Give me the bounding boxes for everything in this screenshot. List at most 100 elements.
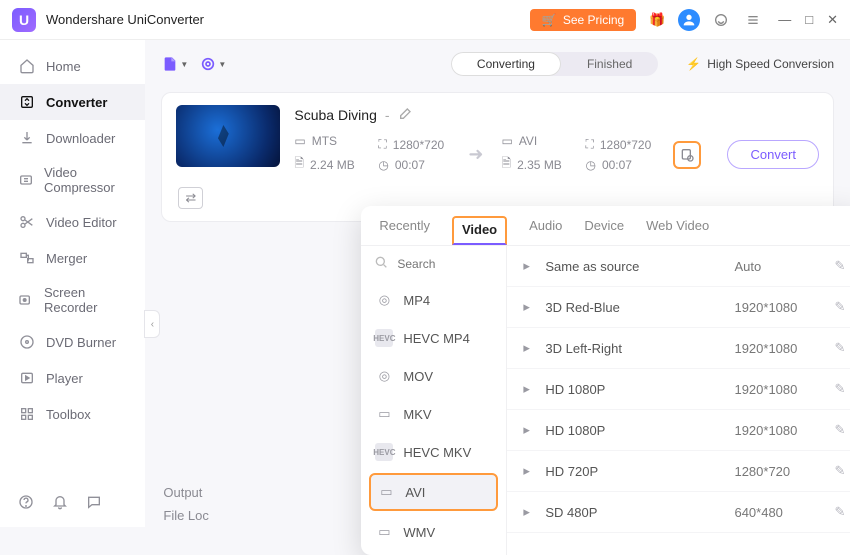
merger-icon: [18, 249, 36, 267]
chevron-down-icon: ▼: [180, 60, 188, 69]
scissors-icon: [18, 213, 36, 231]
format-hevc-mkv[interactable]: HEVCHEVC MKV: [361, 433, 506, 471]
sidebar-item-recorder[interactable]: Screen Recorder: [0, 276, 145, 324]
main-area: ‹ ▼ ▼ Converting Finished ⚡ High Speed C…: [145, 40, 850, 527]
tab-finished[interactable]: Finished: [561, 52, 658, 76]
preset-row[interactable]: ▸HD 1080P1920*1080✎: [507, 369, 850, 410]
popup-tab-web[interactable]: Web Video: [646, 218, 709, 245]
feedback-icon[interactable]: [86, 494, 102, 513]
popup-tab-video[interactable]: Video: [452, 216, 507, 245]
edit-preset-icon[interactable]: ✎: [834, 422, 845, 438]
dst-resolution: 1280*720: [600, 138, 651, 152]
convert-button[interactable]: Convert: [727, 140, 819, 169]
sidebar-label: Toolbox: [46, 407, 91, 422]
app-logo: U: [12, 8, 36, 32]
user-avatar[interactable]: [678, 9, 700, 31]
edit-title-icon[interactable]: [398, 105, 414, 124]
sidebar-item-dvd[interactable]: DVD Burner: [0, 324, 145, 360]
menu-icon[interactable]: [742, 9, 764, 31]
preset-label: HD 1080P: [545, 423, 734, 438]
format-label: MOV: [403, 369, 433, 384]
person-icon: [681, 12, 697, 28]
support-icon[interactable]: [710, 9, 732, 31]
search-icon: [373, 254, 389, 273]
edit-preset-icon[interactable]: ✎: [834, 258, 845, 274]
film-icon: ▭: [377, 483, 395, 501]
target-icon: [200, 56, 216, 72]
window-minimize-button[interactable]: —: [778, 12, 791, 28]
clock-icon: ◷: [378, 158, 388, 172]
collapse-sidebar-button[interactable]: ‹: [144, 310, 160, 338]
preset-row[interactable]: ▸3D Left-Right1920*1080✎: [507, 328, 850, 369]
tab-converting[interactable]: Converting: [451, 52, 561, 76]
preset-row[interactable]: ▸Same as sourceAuto✎: [507, 246, 850, 287]
add-file-button[interactable]: ▼: [161, 50, 189, 78]
format-hevc-mp4[interactable]: HEVCHEVC MP4: [361, 319, 506, 357]
film-icon: ▭: [294, 134, 305, 148]
edit-preset-icon[interactable]: ✎: [834, 381, 845, 397]
src-duration: 00:07: [395, 158, 425, 172]
merge-icon[interactable]: ⇄: [178, 187, 203, 209]
high-speed-toggle[interactable]: ⚡ High Speed Conversion: [686, 57, 834, 71]
help-icon[interactable]: [18, 494, 34, 513]
target-icon: ◎: [375, 291, 393, 309]
edit-preset-icon[interactable]: ✎: [834, 504, 845, 520]
sidebar-item-home[interactable]: Home: [0, 48, 145, 84]
preset-row[interactable]: ▸HD 1080P1920*1080✎: [507, 410, 850, 451]
preset-row[interactable]: ▸HD 720P1280*720✎: [507, 451, 850, 492]
sidebar-item-player[interactable]: Player: [0, 360, 145, 396]
preset-row[interactable]: ▸3D Red-Blue1920*1080✎: [507, 287, 850, 328]
sidebar-label: Downloader: [46, 131, 115, 146]
sidebar-item-merger[interactable]: Merger: [0, 240, 145, 276]
sidebar-label: Home: [46, 59, 81, 74]
gift-icon[interactable]: 🎁: [646, 9, 668, 31]
format-avi[interactable]: ▭ AVI: [369, 473, 498, 511]
sidebar-item-editor[interactable]: Video Editor: [0, 204, 145, 240]
app-title: Wondershare UniConverter: [46, 12, 204, 27]
format-mp4[interactable]: ◎ MP4: [361, 281, 506, 319]
gear-icon: [679, 147, 695, 163]
format-label: AVI: [405, 485, 425, 500]
play-box-icon: ▸: [523, 422, 545, 438]
arrow-right-icon: ➜: [462, 144, 489, 165]
edit-preset-icon[interactable]: ✎: [834, 340, 845, 356]
video-thumbnail[interactable]: [176, 105, 280, 167]
output-settings-button[interactable]: [673, 141, 701, 169]
popup-tab-device[interactable]: Device: [584, 218, 624, 245]
edit-preset-icon[interactable]: ✎: [834, 299, 845, 315]
format-mov[interactable]: ◎ MOV: [361, 357, 506, 395]
target-icon: ◎: [375, 367, 393, 385]
sidebar-item-converter[interactable]: Converter: [0, 84, 145, 120]
preset-res: 1920*1080: [734, 382, 834, 397]
play-box-icon: ▸: [523, 381, 545, 397]
edit-preset-icon[interactable]: ✎: [834, 463, 845, 479]
preset-res: 1920*1080: [734, 341, 834, 356]
home-icon: [18, 57, 36, 75]
format-mkv[interactable]: ▭MKV: [361, 395, 506, 433]
popup-tab-audio[interactable]: Audio: [529, 218, 562, 245]
clock-icon: ◷: [585, 158, 595, 172]
preset-label: 3D Left-Right: [545, 341, 734, 356]
video-title: Scuba Diving: [294, 107, 377, 123]
sidebar-label: Converter: [46, 95, 107, 110]
title-dash: -: [385, 107, 390, 123]
format-label: HEVC MKV: [403, 445, 471, 460]
add-url-button[interactable]: ▼: [199, 50, 227, 78]
sidebar-item-compressor[interactable]: Video Compressor: [0, 156, 145, 204]
format-label: MP4: [403, 293, 430, 308]
preset-label: SD 480P: [545, 505, 734, 520]
conversion-card: Scuba Diving - ▭MTS 🗎2.24 MB ⛶1280*720 ◷…: [161, 92, 834, 222]
sidebar-item-downloader[interactable]: Downloader: [0, 120, 145, 156]
search-input[interactable]: [397, 257, 487, 271]
see-pricing-label: See Pricing: [563, 13, 624, 27]
format-search[interactable]: [361, 246, 506, 281]
bell-icon[interactable]: [52, 494, 68, 513]
popup-tab-recently[interactable]: Recently: [379, 218, 430, 245]
sidebar-item-toolbox[interactable]: Toolbox: [0, 396, 145, 432]
window-close-button[interactable]: ✕: [827, 12, 838, 28]
src-size: 2.24 MB: [310, 158, 355, 172]
sidebar-label: Video Editor: [46, 215, 117, 230]
format-wmv[interactable]: ▭WMV: [361, 513, 506, 551]
see-pricing-button[interactable]: 🛒 See Pricing: [530, 9, 636, 31]
window-maximize-button[interactable]: □: [805, 12, 813, 28]
